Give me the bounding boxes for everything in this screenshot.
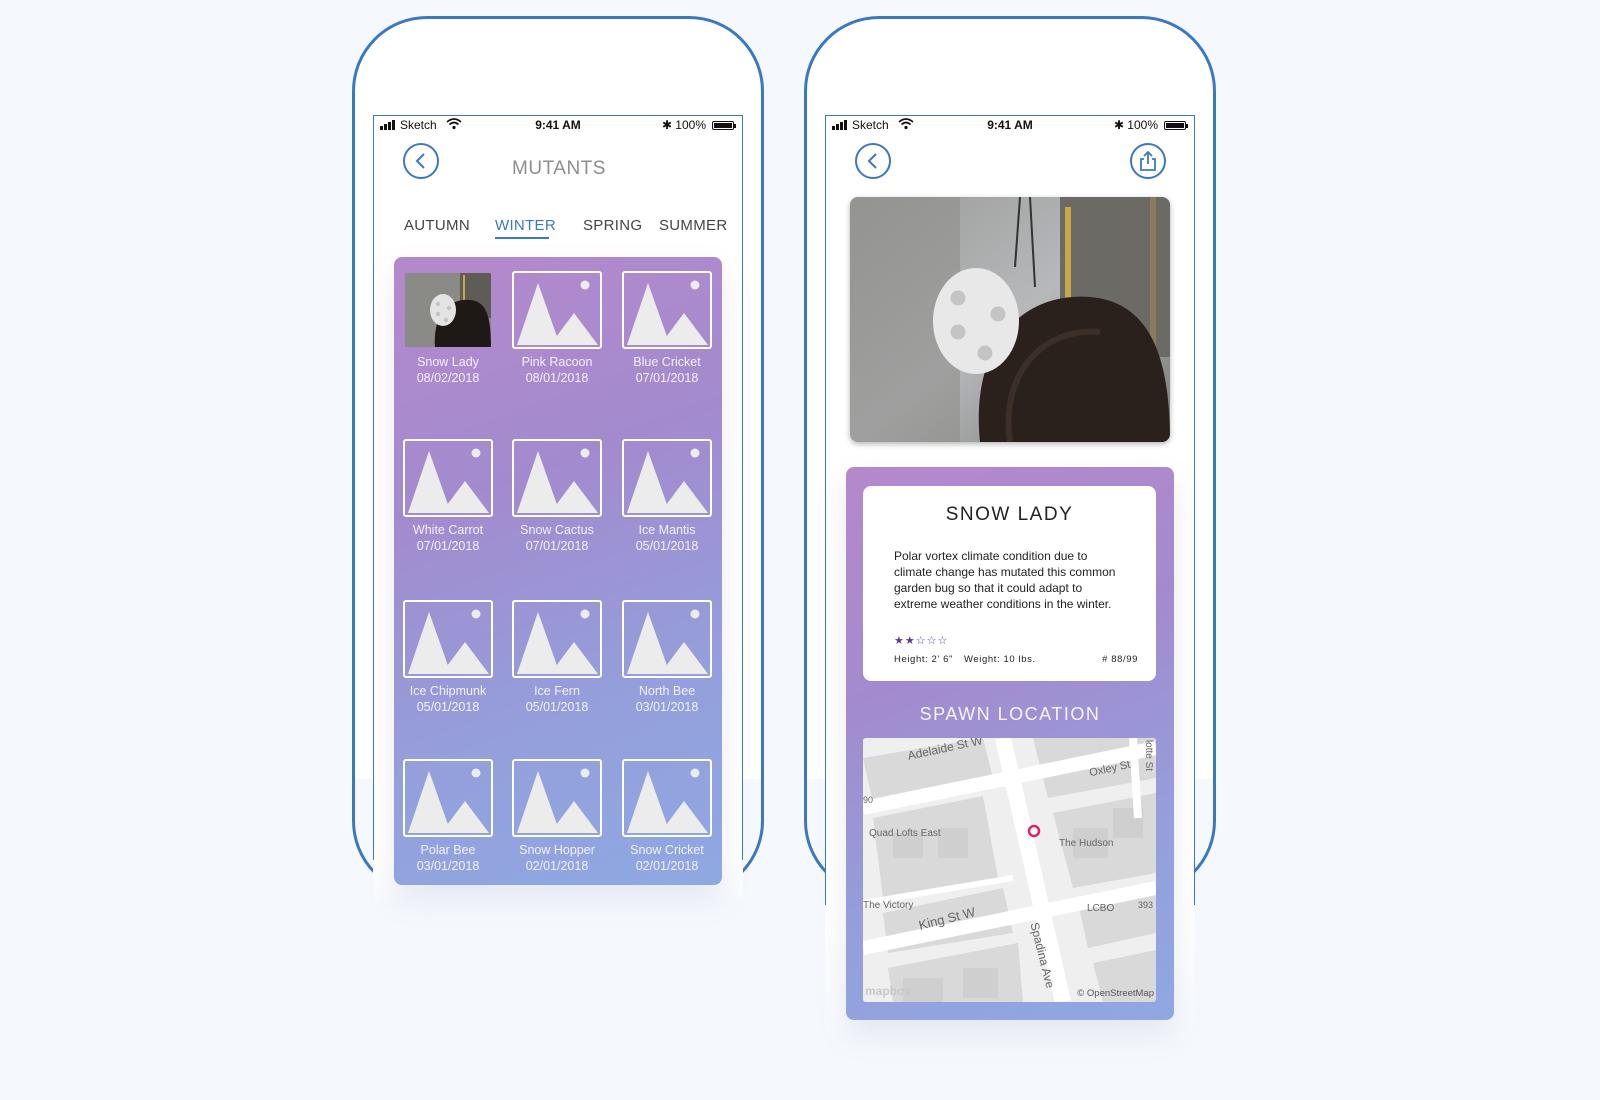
image-placeholder-icon [408,768,489,833]
weight-stat: Weight: 10 lbs. [964,654,1036,665]
mutant-name: Ice Chipmunk [409,684,487,698]
mutant-date: 07/01/2018 [635,370,699,385]
share-icon [1140,150,1156,171]
mutant-thumbnail[interactable] [512,600,602,678]
back-button[interactable] [855,143,891,179]
mutant-thumbnail[interactable] [403,600,493,678]
tab-winter[interactable]: WINTER [495,217,556,234]
mutant-caption: Pink Racoon 08/01/2018 [502,355,612,386]
chevron-left-icon [867,153,877,169]
mutant-date: 07/01/2018 [525,538,589,553]
mutant-date: 08/02/2018 [416,370,480,385]
mutant-name: Snow Lady [417,355,479,369]
mutant-thumbnail[interactable] [512,759,602,837]
image-placeholder-icon [627,448,708,513]
mutant-name: Blue Cricket [633,355,701,369]
mutant-thumbnail[interactable] [622,271,712,349]
mutant-card: SNOW LADY Polar vortex climate condition… [863,486,1156,681]
mutant-caption: Snow Cactus 07/01/2018 [502,523,612,554]
map-label-hudson: The Hudson [1059,838,1114,849]
mutant-name: Snow Hopper [519,843,595,857]
mutant-thumbnail[interactable] [403,759,493,837]
page-title: MUTANTS [512,158,606,179]
mutant-photo [850,197,1170,442]
image-placeholder-icon [627,280,708,345]
mutant-thumbnail[interactable] [403,439,493,517]
mutant-name: Ice Mantis [638,523,696,537]
mutant-name: North Bee [638,684,696,698]
mutant-thumbnail[interactable] [622,439,712,517]
mutant-name: White Carrot [412,523,484,537]
map-label-victory: The Victory [863,900,914,911]
mutant-caption: Snow Cricket 02/01/2018 [612,843,722,874]
mutant-date: 03/01/2018 [635,699,699,714]
mutant-thumbnail[interactable] [622,759,712,837]
mutant-caption: North Bee 03/01/2018 [612,684,722,715]
mutant-caption: Ice Fern 05/01/2018 [502,684,612,715]
rating-stars: ★★☆☆☆ [894,635,949,647]
mutant-date: 05/01/2018 [416,699,480,714]
image-placeholder-icon [517,768,598,833]
spawn-map[interactable]: Adelaide St W Oxley St lotte St 90 Quad … [863,738,1156,1002]
mutant-caption: Ice Mantis 05/01/2018 [612,523,722,554]
battery-label: 100% [675,118,706,132]
mutant-thumbnail[interactable] [403,271,493,349]
mutant-caption: Snow Hopper 02/01/2018 [502,843,612,874]
map-pin-icon [1027,824,1041,838]
battery-label: 100% [1127,118,1158,132]
status-bar: Sketch 9:41 AM ✱ 100% [374,116,742,136]
mutant-thumbnail[interactable] [512,439,602,517]
image-placeholder-icon [517,448,598,513]
mutant-date: 05/01/2018 [525,699,589,714]
mutant-name: SNOW LADY [945,504,1074,525]
mutant-caption: Ice Chipmunk 05/01/2018 [393,684,503,715]
mutant-caption: White Carrot 07/01/2018 [393,523,503,554]
mutant-name: Pink Racoon [521,355,593,369]
mutant-caption: Polar Bee 03/01/2018 [393,843,503,874]
mutant-thumbnail[interactable] [622,600,712,678]
mutant-thumbnail[interactable] [512,271,602,349]
mutant-caption: Blue Cricket 07/01/2018 [612,355,722,386]
map-label-lcbo: LCBO [1087,903,1115,914]
image-placeholder-icon [517,609,598,674]
mapbox-logo: mapbox [865,984,912,998]
tab-summer[interactable]: SUMMER [659,217,727,234]
battery-icon [1164,121,1188,130]
share-button[interactable] [1130,143,1166,179]
image-placeholder-icon [408,609,489,674]
mutant-caption: Snow Lady 08/02/2018 [393,355,503,386]
image-placeholder-icon [627,609,708,674]
mutant-date: 05/01/2018 [635,538,699,553]
mutant-photo-thumb [405,273,491,347]
map-attribution[interactable]: © OpenStreetMap [1077,988,1154,999]
image-placeholder-icon [408,448,489,513]
bluetooth-icon: ✱ [1113,118,1124,132]
mutant-name: Snow Cricket [630,843,704,857]
bluetooth-icon: ✱ [661,118,672,132]
mutant-date: 08/01/2018 [525,370,589,385]
image-placeholder-icon [517,280,598,345]
map-label-393: 393 [1138,900,1154,910]
active-tab-indicator [495,237,549,239]
battery-icon [712,121,736,130]
spawn-location-title: SPAWN LOCATION [919,704,1101,724]
mutant-date: 02/01/2018 [635,858,699,873]
tab-spring[interactable]: SPRING [583,217,642,234]
mutant-date: 07/01/2018 [416,538,480,553]
map-label-quad: Quad Lofts East [869,828,941,839]
mutant-date: 03/01/2018 [416,858,480,873]
mutant-name: Snow Cactus [520,523,594,537]
mutant-name: Ice Fern [534,684,580,698]
mutant-name: Polar Bee [420,843,476,857]
map-label-charlotte: lotte St [1143,739,1155,772]
height-stat: Height: 2' 6" [894,654,953,665]
image-placeholder-icon [627,768,708,833]
status-bar: Sketch 9:41 AM ✱ 100% [826,116,1194,136]
tab-autumn[interactable]: AUTUMN [404,217,470,234]
mutant-date: 02/01/2018 [525,858,589,873]
mutant-description: Polar vortex climate condition due to cl… [894,549,1116,611]
map-label-90: 90 [863,795,874,805]
collection-number: # 88/99 [1102,654,1138,665]
